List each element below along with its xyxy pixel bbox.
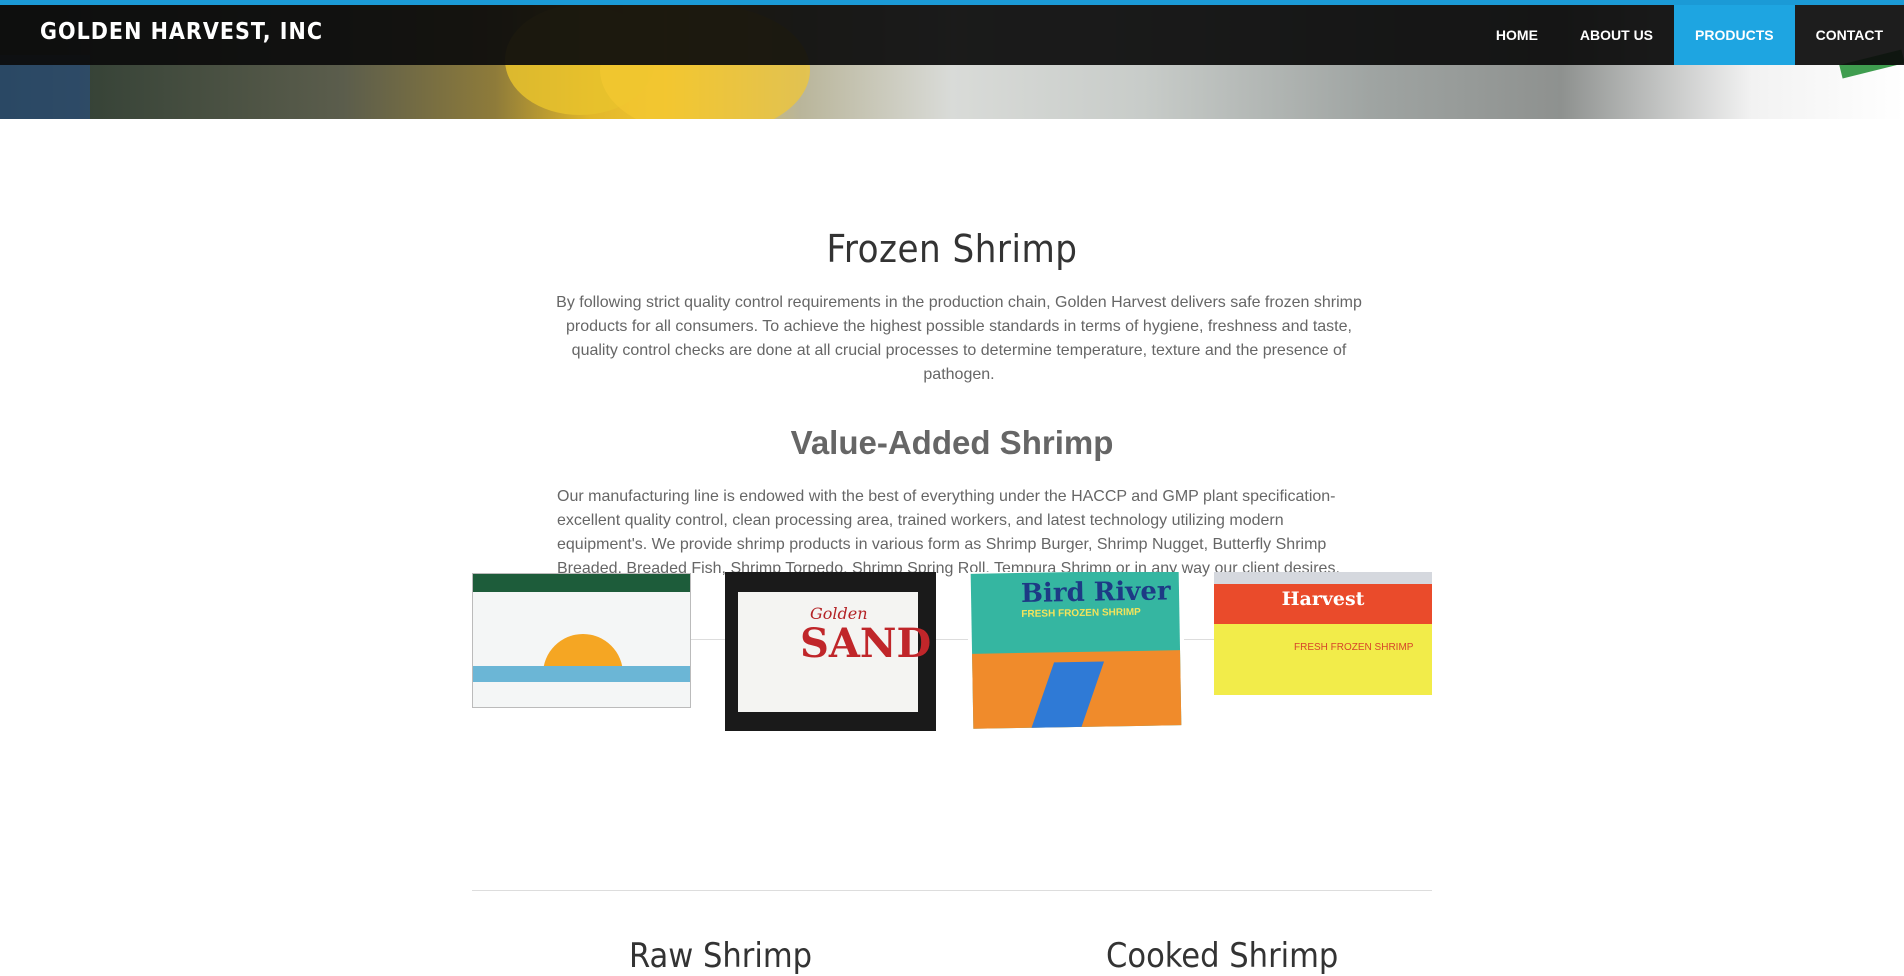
golden-sand-box-image[interactable]: Golden SAND [725, 572, 936, 731]
bird-river-subtitle: FRESH FROZEN SHRIMP [1021, 606, 1141, 620]
navbar: GOLDEN HARVEST, INC HOME ABOUT US PRODUC… [0, 5, 1904, 65]
cooked-shrimp-heading: Cooked Shrimp [1106, 936, 1339, 976]
bird-river-box-image[interactable]: Bird River FRESH FROZEN SHRIMP [968, 572, 1184, 734]
value-added-heading: Value-Added Shrimp [790, 424, 1114, 461]
main-content: Frozen Shrimp By following strict qualit… [0, 119, 1904, 968]
nav-home[interactable]: HOME [1475, 5, 1559, 65]
value-added-paragraph: Our manufacturing line is endowed with t… [557, 488, 1340, 577]
nav-about-us[interactable]: ABOUT US [1559, 5, 1674, 65]
nav-products[interactable]: PRODUCTS [1674, 5, 1795, 65]
harvest-box-image[interactable]: Harvest FRESH FROZEN SHRIMP [1214, 572, 1432, 695]
sunrise-brand-box-image[interactable] [472, 573, 691, 708]
intro-paragraph: By following strict quality control requ… [556, 294, 1362, 383]
sand-word-label: SAND [800, 620, 932, 667]
bird-river-title: Bird River [1020, 576, 1171, 609]
harvest-title: Harvest [1281, 588, 1365, 610]
main-nav: HOME ABOUT US PRODUCTS CONTACT [1475, 5, 1904, 65]
divider-bottom [472, 890, 1432, 891]
nav-contact[interactable]: CONTACT [1795, 5, 1904, 65]
site-logo[interactable]: GOLDEN HARVEST, INC [40, 19, 323, 45]
raw-shrimp-heading: Raw Shrimp [629, 936, 813, 976]
harvest-subtitle: FRESH FROZEN SHRIMP [1294, 642, 1414, 653]
page-title: Frozen Shrimp [826, 227, 1078, 271]
